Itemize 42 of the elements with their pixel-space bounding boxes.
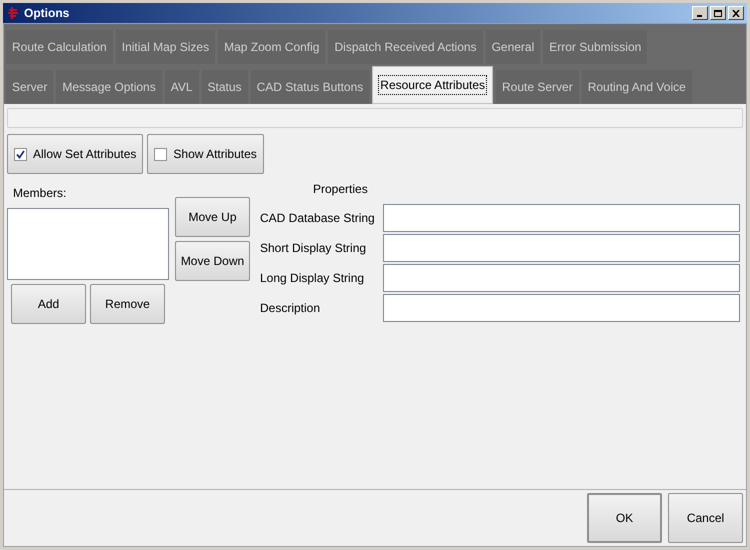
close-icon: [732, 10, 740, 16]
field-label: CAD Database String: [260, 210, 376, 227]
input-field[interactable]: [383, 294, 740, 322]
checkbox[interactable]: [154, 148, 168, 160]
tab[interactable]: Initial Map Sizes: [116, 30, 216, 64]
tab[interactable]: CAD Status Buttons: [250, 70, 370, 104]
dialog-button[interactable]: OK: [587, 493, 662, 543]
dialog-button[interactable]: Cancel: [668, 493, 743, 543]
input-field[interactable]: [383, 264, 740, 292]
list-button[interactable]: Remove: [90, 284, 165, 324]
tab[interactable]: Message Options: [56, 70, 162, 104]
window-title: Options: [24, 5, 70, 22]
tab[interactable]: Map Zoom Config: [218, 30, 326, 64]
move-button[interactable]: Move Down: [175, 241, 250, 281]
toggle-button[interactable]: Show Attributes: [147, 134, 264, 174]
input-field[interactable]: [383, 234, 740, 262]
input-field[interactable]: [383, 204, 740, 232]
app-logo-icon: [6, 6, 20, 20]
toggle-button[interactable]: Allow Set Attributes: [7, 134, 144, 174]
field-label: Description: [260, 300, 322, 317]
tab[interactable]: Dispatch Received Actions: [328, 30, 483, 64]
move-button[interactable]: Move Up: [175, 197, 250, 237]
field-label: Short Display String: [260, 240, 368, 257]
properties-title: Properties: [313, 181, 369, 198]
tab[interactable]: Resource Attributes: [372, 66, 493, 104]
tab[interactable]: Route Server: [496, 70, 579, 104]
maximize-button[interactable]: [710, 6, 726, 20]
members-label: Members:: [13, 185, 68, 202]
list-button[interactable]: Add: [11, 284, 86, 324]
close-button[interactable]: [728, 6, 744, 20]
tab[interactable]: Route Calculation: [6, 30, 113, 64]
tab[interactable]: Status: [202, 70, 248, 104]
tab[interactable]: Error Submission: [543, 30, 648, 64]
maximize-icon: [714, 10, 722, 16]
tab[interactable]: AVL: [164, 70, 199, 104]
checkbox[interactable]: [14, 148, 27, 160]
tab[interactable]: Server: [6, 70, 54, 104]
tab[interactable]: General: [486, 30, 540, 64]
field-label: Long Display String: [260, 270, 366, 287]
minimize-button[interactable]: [692, 6, 708, 20]
members-list[interactable]: [7, 208, 169, 280]
tab[interactable]: Routing And Voice: [582, 70, 692, 104]
